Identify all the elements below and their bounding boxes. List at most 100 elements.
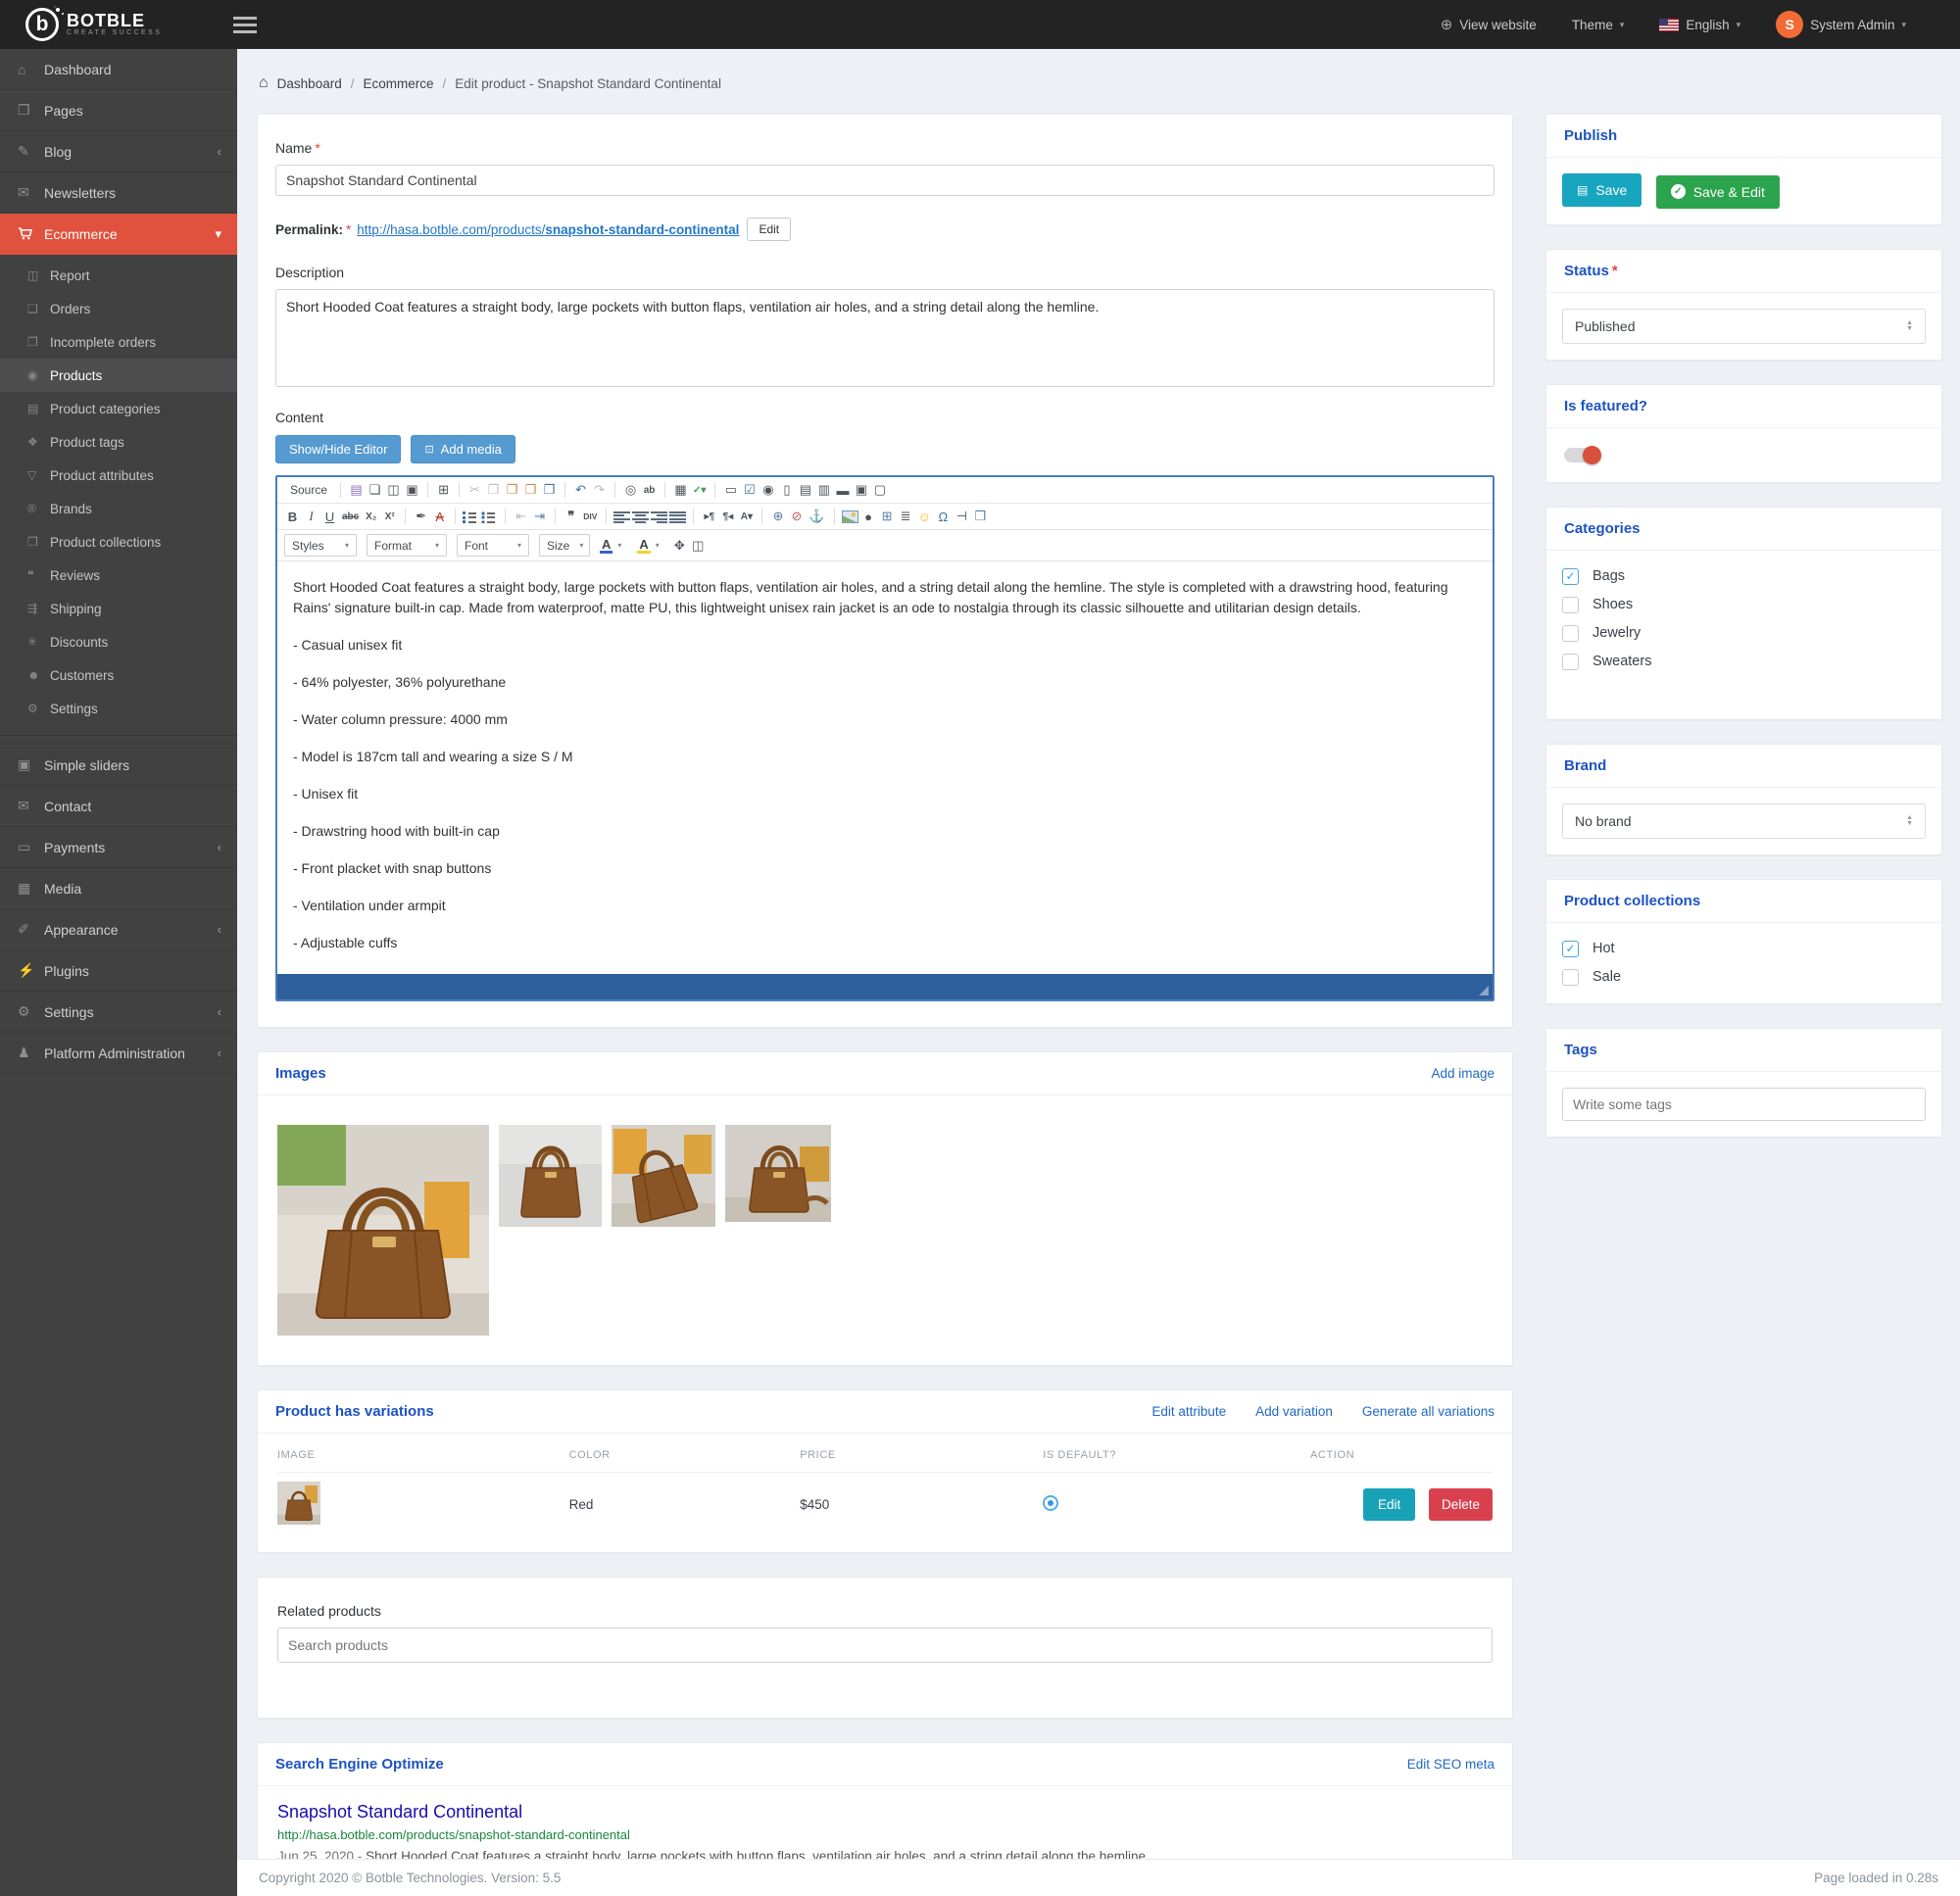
sidebar-item-product-collections[interactable]: ❒Product collections xyxy=(0,525,237,559)
sidebar-item-simple-sliders[interactable]: ▣Simple sliders xyxy=(0,745,237,786)
variation-thumbnail[interactable] xyxy=(277,1482,320,1525)
sidebar-item-orders[interactable]: ❑Orders xyxy=(0,292,237,325)
product-image-3[interactable] xyxy=(612,1125,715,1227)
maximize-icon[interactable]: ✥ xyxy=(671,537,688,555)
iframe-icon[interactable]: ❒ xyxy=(972,508,989,525)
sidebar-item-report[interactable]: ◫Report xyxy=(0,259,237,292)
cut-icon[interactable]: ✂ xyxy=(466,481,483,499)
permalink-edit-button[interactable]: Edit xyxy=(747,218,791,241)
permalink-link[interactable]: http://hasa.botble.com/products/snapshot… xyxy=(357,222,739,237)
user-menu[interactable]: S System Admin ▾ xyxy=(1776,11,1906,38)
flash-icon[interactable]: ● xyxy=(860,508,877,525)
toggle-knob[interactable] xyxy=(1583,446,1601,464)
related-products-search-input[interactable] xyxy=(277,1628,1493,1663)
sidebar-item-customers[interactable]: ☻Customers xyxy=(0,658,237,692)
image-icon[interactable] xyxy=(842,510,858,523)
sidebar-item-brands[interactable]: ®Brands xyxy=(0,492,237,525)
sidebar-item-product-tags[interactable]: ❖Product tags xyxy=(0,425,237,459)
show-blocks-icon[interactable]: ◫ xyxy=(690,537,707,555)
form-icon[interactable]: ▭ xyxy=(722,481,739,499)
rtl-icon[interactable]: ¶◂ xyxy=(719,508,736,525)
align-center-icon[interactable] xyxy=(632,510,649,523)
sidebar-item-platform-administration[interactable]: ♟Platform Administration‹ xyxy=(0,1033,237,1074)
breadcrumb-ecommerce[interactable]: Ecommerce xyxy=(363,76,433,91)
align-justify-icon[interactable] xyxy=(669,510,686,523)
chevron-down-icon[interactable]: ▾ xyxy=(656,541,660,550)
sidebar-item-media[interactable]: ▦Media xyxy=(0,868,237,909)
checkbox-item-jewelry[interactable]: Jewelry xyxy=(1562,625,1926,642)
text-color-icon[interactable]: A xyxy=(600,538,612,554)
view-website-link[interactable]: ⊕ View website xyxy=(1441,16,1537,33)
status-select[interactable]: Published ▲▼ xyxy=(1562,309,1926,344)
checkbox-item-hot[interactable]: ✓Hot xyxy=(1562,941,1926,957)
chevron-down-icon[interactable]: ▾ xyxy=(617,541,621,550)
add-variation-link[interactable]: Add variation xyxy=(1255,1404,1333,1419)
toggle-editor-button[interactable]: Show/Hide Editor xyxy=(275,435,401,463)
blockquote-icon[interactable]: ❞ xyxy=(563,508,579,525)
sidebar-item-shipping[interactable]: ⇶Shipping xyxy=(0,592,237,625)
sidebar-item-product-categories[interactable]: ▤Product categories xyxy=(0,392,237,425)
select-box-icon[interactable]: ▥ xyxy=(815,481,832,499)
product-name-input[interactable] xyxy=(275,165,1494,196)
table-icon[interactable]: ⊞ xyxy=(879,508,896,525)
bulleted-list-icon[interactable] xyxy=(481,510,498,523)
sidebar-item-payments[interactable]: ▭Payments‹ xyxy=(0,827,237,868)
sidebar-item-newsletters[interactable]: ✉Newsletters xyxy=(0,172,237,214)
menu-toggle-icon[interactable] xyxy=(233,17,257,33)
sidebar-item-contact[interactable]: ✉Contact xyxy=(0,786,237,827)
smiley-icon[interactable]: ☺ xyxy=(916,508,933,525)
remove-format-icon[interactable]: A xyxy=(431,508,448,525)
sidebar-item-products[interactable]: ◉Products xyxy=(0,359,237,392)
sidebar-item-plugins[interactable]: ⚡Plugins xyxy=(0,950,237,992)
product-image-2[interactable] xyxy=(499,1125,602,1227)
add-image-link[interactable]: Add image xyxy=(1431,1066,1494,1081)
theme-menu[interactable]: Theme ▾ xyxy=(1572,18,1625,32)
checkbox-icon[interactable]: ✓ xyxy=(1562,941,1579,957)
editor-status-bar[interactable] xyxy=(277,974,1493,999)
radio-button-icon[interactable]: ◉ xyxy=(760,481,776,499)
numbered-list-icon[interactable] xyxy=(463,510,479,523)
add-media-button[interactable]: ⊡Add media xyxy=(411,435,514,463)
sidebar-item-product-attributes[interactable]: ▽Product attributes xyxy=(0,459,237,492)
checkbox-icon[interactable] xyxy=(1562,625,1579,642)
save-button[interactable]: ▤Save xyxy=(1562,173,1642,207)
replace-icon[interactable]: ab xyxy=(641,481,658,499)
paste-word-icon[interactable]: ❒ xyxy=(541,481,558,499)
sidebar-item-pages[interactable]: ❐Pages xyxy=(0,90,237,131)
checkbox-icon[interactable]: ✓ xyxy=(1562,568,1579,585)
background-color-icon[interactable]: A xyxy=(637,538,650,554)
size-dropdown[interactable]: Size▾ xyxy=(539,534,590,557)
print-icon[interactable]: ▣ xyxy=(404,481,420,499)
button-icon[interactable]: ▬ xyxy=(834,481,851,499)
botble-logo[interactable]: b BOTBLE CREATE SUCCESS xyxy=(25,8,218,41)
language-menu[interactable]: English ▾ xyxy=(1659,18,1740,32)
product-image-4[interactable] xyxy=(725,1125,831,1222)
sidebar-item-ecommerce-settings[interactable]: ⚙Settings xyxy=(0,692,237,725)
indent-icon[interactable]: ⇥ xyxy=(531,508,548,525)
edit-attribute-link[interactable]: Edit attribute xyxy=(1152,1404,1226,1419)
textarea-icon[interactable]: ▤ xyxy=(797,481,813,499)
is-featured-toggle[interactable] xyxy=(1564,448,1599,462)
page-break-icon[interactable]: ⊣ xyxy=(954,508,970,525)
copy-formatting-icon[interactable]: ✒ xyxy=(413,508,429,525)
sidebar-item-reviews[interactable]: ❝Reviews xyxy=(0,559,237,592)
home-icon[interactable]: ⌂ xyxy=(259,74,269,92)
editor-content[interactable]: Short Hooded Coat features a straight bo… xyxy=(277,561,1493,974)
is-default-radio[interactable] xyxy=(1043,1495,1058,1511)
seo-preview-title[interactable]: Snapshot Standard Continental xyxy=(277,1802,1493,1823)
special-char-icon[interactable]: Ω xyxy=(935,508,952,525)
link-icon[interactable]: ⊕ xyxy=(769,508,786,525)
find-icon[interactable]: ◎ xyxy=(622,481,639,499)
checkbox-icon[interactable] xyxy=(1562,654,1579,670)
breadcrumb-dashboard[interactable]: Dashboard xyxy=(277,76,342,91)
text-field-icon[interactable]: ▯ xyxy=(778,481,795,499)
sidebar-item-discounts[interactable]: ✳Discounts xyxy=(0,625,237,658)
hidden-field-icon[interactable]: ▢ xyxy=(871,481,888,499)
templates-icon[interactable]: ⊞ xyxy=(435,481,452,499)
checkbox-item-sale[interactable]: Sale xyxy=(1562,969,1926,986)
edit-seo-meta-link[interactable]: Edit SEO meta xyxy=(1407,1757,1494,1772)
generate-all-variations-link[interactable]: Generate all variations xyxy=(1362,1404,1494,1419)
new-page-icon[interactable]: ❏ xyxy=(367,481,383,499)
preview-icon[interactable]: ◫ xyxy=(385,481,402,499)
styles-dropdown[interactable]: Styles▾ xyxy=(284,534,357,557)
